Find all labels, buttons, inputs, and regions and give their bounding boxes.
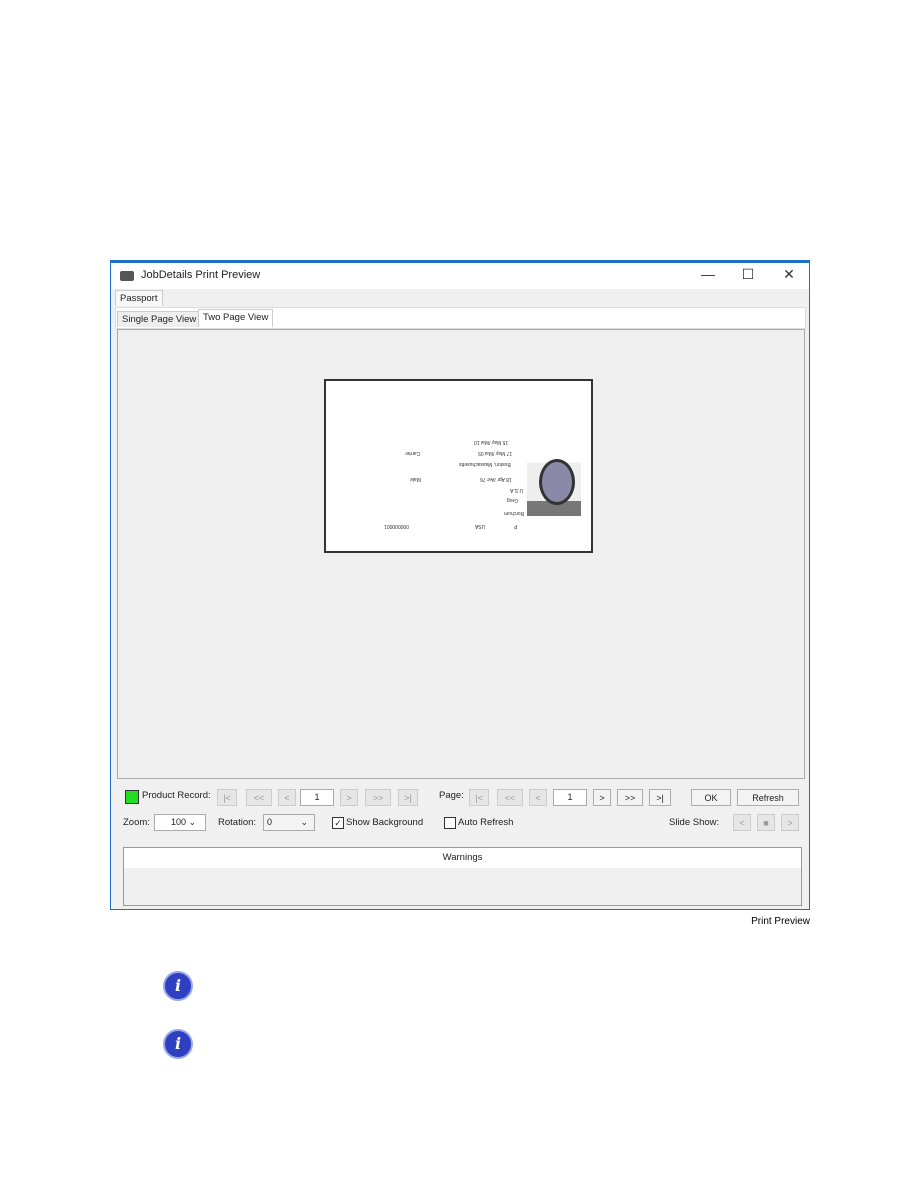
tab-single-page-view[interactable]: Single Page View [117, 311, 202, 327]
title-bar: JobDetails Print Preview — ☐ ✕ [111, 263, 809, 289]
card-preview: 15 May /Mai 10 17 May /Mai 05 Carrier Bosto… [324, 379, 593, 553]
record-prev-fast-button[interactable]: << [246, 789, 272, 806]
close-button[interactable]: ✕ [774, 266, 804, 283]
slideshow-stop-button[interactable]: ■ [757, 814, 775, 831]
product-record-label: Product Record: [142, 790, 211, 801]
warnings-panel: Warnings [123, 847, 802, 906]
minimize-button[interactable]: — [693, 266, 723, 282]
document-page: JobDetails Print Preview — ☐ ✕ Passport … [0, 0, 918, 1188]
page-last-button[interactable]: >| [649, 789, 671, 806]
record-input[interactable]: 1 [300, 789, 334, 806]
auto-refresh-label: Auto Refresh [458, 817, 514, 828]
card-field: Boston, Massachusetts [459, 461, 511, 467]
card-field: 15 May /Mai 10 [474, 439, 509, 445]
record-next-button[interactable]: > [340, 789, 358, 806]
info-icon: i [163, 971, 193, 1001]
warnings-header: Warnings [124, 848, 801, 868]
card-field: Male [410, 476, 421, 482]
show-background-label: Show Background [346, 817, 424, 828]
portrait-photo [527, 453, 581, 516]
preview-area: 15 May /Mai 10 17 May /Mai 05 Carrier Bosto… [117, 329, 805, 779]
rotation-value: 0 [267, 817, 273, 827]
maximize-button[interactable]: ☐ [733, 266, 763, 283]
slide-show-label: Slide Show: [669, 817, 720, 828]
record-next-fast-button[interactable]: >> [365, 789, 391, 806]
figure-caption: Print Preview [751, 916, 810, 927]
card-field: Borchum [504, 510, 525, 516]
card-field: U.S.A [510, 487, 524, 493]
ok-button[interactable]: OK [691, 789, 731, 806]
page-label: Page: [439, 790, 464, 801]
page-next-button[interactable]: > [593, 789, 611, 806]
auto-refresh-checkbox[interactable] [444, 817, 456, 829]
chevron-down-icon: ⌄ [188, 817, 197, 827]
card-field: Greg [507, 497, 519, 503]
tab-two-page-view[interactable]: Two Page View [198, 309, 274, 327]
page-input[interactable]: 1 [553, 789, 587, 806]
refresh-button[interactable]: Refresh [737, 789, 799, 806]
record-last-button[interactable]: >| [398, 789, 418, 806]
print-preview-window: JobDetails Print Preview — ☐ ✕ Passport … [110, 260, 810, 910]
page-next-fast-button[interactable]: >> [617, 789, 643, 806]
slideshow-prev-button[interactable]: < [733, 814, 751, 831]
zoom-label: Zoom: [123, 817, 150, 828]
record-prev-button[interactable]: < [278, 789, 296, 806]
card-field: Carrier [405, 450, 421, 456]
record-first-button[interactable]: |< [217, 789, 237, 806]
zoom-value: 100 [171, 817, 187, 827]
card-field: 17 May /Mai 05 [478, 450, 513, 456]
window-title: JobDetails Print Preview [141, 269, 261, 281]
app-icon [120, 271, 134, 281]
card-field: 18 Apr /Avr 76 [480, 476, 512, 482]
slideshow-next-button[interactable]: > [781, 814, 799, 831]
card-field: USA [475, 523, 486, 529]
page-first-button[interactable]: |< [469, 789, 489, 806]
info-icon: i [163, 1029, 193, 1059]
card-field: 000000001 [384, 523, 410, 529]
show-background-checkbox[interactable]: ✓ [332, 817, 344, 829]
chevron-down-icon: ⌄ [300, 817, 308, 827]
rotation-select[interactable]: 0 ⌄ [263, 814, 315, 831]
page-prev-fast-button[interactable]: << [497, 789, 523, 806]
page-prev-button[interactable]: < [529, 789, 547, 806]
status-indicator [125, 790, 139, 804]
zoom-select[interactable]: 100 ⌄ [154, 814, 206, 831]
rotation-label: Rotation: [218, 817, 257, 828]
tab-passport[interactable]: Passport [115, 290, 163, 306]
card-field: P [514, 523, 518, 529]
